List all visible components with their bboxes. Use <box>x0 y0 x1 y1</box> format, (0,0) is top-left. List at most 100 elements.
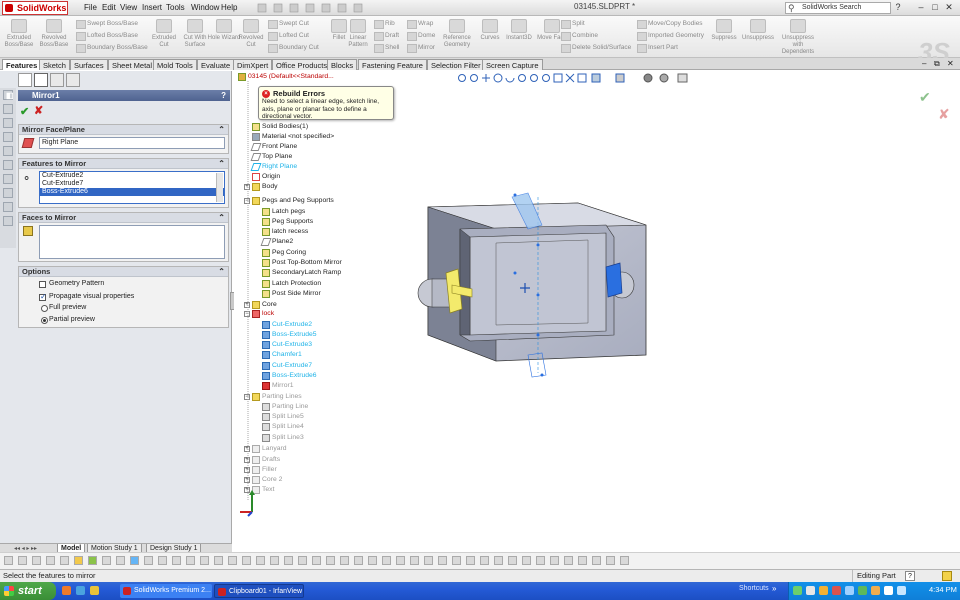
shortcuts-toolbar-label[interactable]: Shortcuts <box>739 585 769 592</box>
pane-minimize-icon[interactable]: – <box>922 59 926 68</box>
toolbar-icon[interactable] <box>18 556 27 565</box>
tab-sheet-metal[interactable]: Sheet Metal <box>108 59 157 70</box>
menu-edit[interactable]: Edit <box>102 2 116 14</box>
collapse-icon[interactable]: ⌃ <box>218 267 225 277</box>
toolbar-icon[interactable] <box>130 556 139 565</box>
toolbar-icon[interactable] <box>564 556 573 565</box>
lofted-cut-button[interactable]: Lofted Cut <box>268 30 309 41</box>
toolbar-icon[interactable] <box>256 556 265 565</box>
toolbar-icon[interactable] <box>32 556 41 565</box>
volume-icon[interactable] <box>884 586 893 595</box>
relation-tool-icon[interactable] <box>3 188 13 198</box>
toolbar-icon[interactable] <box>410 556 419 565</box>
circle-tool-icon[interactable] <box>3 132 13 142</box>
quicklaunch-icon[interactable] <box>90 586 99 595</box>
toolbar-expand-icon[interactable]: » <box>772 584 776 593</box>
menu-tools[interactable]: Tools <box>166 2 185 14</box>
toolbar-icon[interactable] <box>46 556 55 565</box>
status-help-button[interactable]: ? <box>905 571 915 581</box>
list-scrollbar[interactable] <box>216 173 223 202</box>
toolbar-icon[interactable] <box>242 556 251 565</box>
toolbar-icon[interactable] <box>4 556 13 565</box>
toolbar-icon[interactable] <box>88 556 97 565</box>
tab-features[interactable]: Features <box>2 59 42 70</box>
tray-icon[interactable] <box>806 586 815 595</box>
toolbar-icon[interactable] <box>228 556 237 565</box>
tray-icon[interactable] <box>793 586 802 595</box>
quick-access-toolbar[interactable] <box>256 2 376 14</box>
tray-icon[interactable] <box>832 586 841 595</box>
tray-icon[interactable] <box>819 586 828 595</box>
partial-preview-radio[interactable] <box>41 317 48 324</box>
confirm-ok-corner-icon[interactable]: ✔ <box>919 89 931 106</box>
ok-button[interactable]: ✔ <box>20 105 29 118</box>
toolbar-icon[interactable] <box>158 556 167 565</box>
toolbar-icon[interactable] <box>508 556 517 565</box>
tab-mold-tools[interactable]: Mold Tools <box>153 59 197 70</box>
toolbar-icon[interactable] <box>284 556 293 565</box>
suppress-button[interactable]: Suppress <box>707 18 741 56</box>
toolbar-icon[interactable] <box>326 556 335 565</box>
tab-scroll-icons[interactable]: ◂◂ ◂ ▸ ▸▸ <box>14 545 37 552</box>
reference-geometry-button[interactable]: Reference Geometry <box>440 18 474 56</box>
quicklaunch-icon[interactable] <box>76 586 85 595</box>
line-tool-icon[interactable] <box>3 104 13 114</box>
quicklaunch-icon[interactable] <box>62 586 71 595</box>
menu-window[interactable]: Window <box>191 2 219 14</box>
geometry-pattern-checkbox[interactable] <box>39 281 46 288</box>
wrap-button[interactable]: Wrap <box>407 18 433 29</box>
draft-button[interactable]: Draft <box>374 30 399 41</box>
tab-screen-capture[interactable]: Screen Capture <box>482 59 543 70</box>
toolbar-icon[interactable] <box>522 556 531 565</box>
combine-button[interactable]: Combine <box>561 30 598 41</box>
toolbar-icon[interactable] <box>200 556 209 565</box>
restore-icon[interactable]: □ <box>930 2 940 13</box>
revolved-cut-button[interactable]: Revolved Cut <box>234 18 268 56</box>
property-manager-tab-icon[interactable] <box>34 73 48 87</box>
mirror-face-header[interactable]: Mirror Face/Plane ⌃ <box>19 125 228 135</box>
insert-part-button[interactable]: Insert Part <box>637 42 678 53</box>
tray-icon[interactable] <box>845 586 854 595</box>
menu-view[interactable]: View <box>120 2 137 14</box>
toolbar-icon[interactable] <box>354 556 363 565</box>
tab-evaluate[interactable]: Evaluate <box>197 59 235 70</box>
boundary-boss-button[interactable]: Boundary Boss/Base <box>76 42 148 53</box>
propagate-visual-checkbox[interactable] <box>39 292 47 301</box>
trim-tool-icon[interactable] <box>3 202 13 212</box>
rect-tool-icon[interactable] <box>3 118 13 128</box>
toolbar-icon[interactable] <box>438 556 447 565</box>
tab-sketch[interactable]: Sketch <box>39 59 70 70</box>
toolbar-icon[interactable] <box>270 556 279 565</box>
configuration-tab-icon[interactable] <box>50 73 64 87</box>
tab-fastening-feature[interactable]: Fastening Feature <box>358 59 427 70</box>
tray-icon[interactable] <box>871 586 880 595</box>
notification-icon[interactable] <box>942 571 952 581</box>
offset-tool-icon[interactable] <box>3 216 13 226</box>
tab-surfaces[interactable]: Surfaces <box>70 59 108 70</box>
toolbar-icon[interactable] <box>424 556 433 565</box>
search-input[interactable]: SolidWorks Search <box>785 2 891 14</box>
full-preview-radio[interactable] <box>41 305 48 312</box>
revolved-boss-button[interactable]: Revolved Boss/Base <box>37 18 71 56</box>
lofted-boss-button[interactable]: Lofted Boss/Base <box>76 30 138 41</box>
move-copy-bodies-button[interactable]: Move/Copy Bodies <box>637 18 703 29</box>
faces-list[interactable] <box>39 225 225 259</box>
toolbar-icon[interactable] <box>396 556 405 565</box>
feature-tree-tab-icon[interactable] <box>18 73 32 87</box>
tab-office-products[interactable]: Office Products <box>272 59 332 70</box>
minimize-icon[interactable]: – <box>916 2 926 13</box>
delete-solid-button[interactable]: Delete Solid/Surface <box>561 42 631 53</box>
toolbar-icon[interactable] <box>382 556 391 565</box>
toolbar-icon[interactable] <box>102 556 111 565</box>
pane-restore-icon[interactable]: ⧉ <box>934 59 940 69</box>
toolbar-icon[interactable] <box>340 556 349 565</box>
toolbar-icon[interactable] <box>116 556 125 565</box>
toolbar-icon[interactable] <box>536 556 545 565</box>
tab-dimxpert[interactable]: DimXpert <box>233 59 273 70</box>
solidworks-logo[interactable]: SolidWorks <box>2 1 68 15</box>
toolbar-icon[interactable] <box>214 556 223 565</box>
collapse-icon[interactable]: ⌃ <box>218 159 225 169</box>
toolbar-icon[interactable] <box>368 556 377 565</box>
list-item[interactable]: Cut-Extrude2 <box>40 172 224 180</box>
toolbar-icon[interactable] <box>312 556 321 565</box>
